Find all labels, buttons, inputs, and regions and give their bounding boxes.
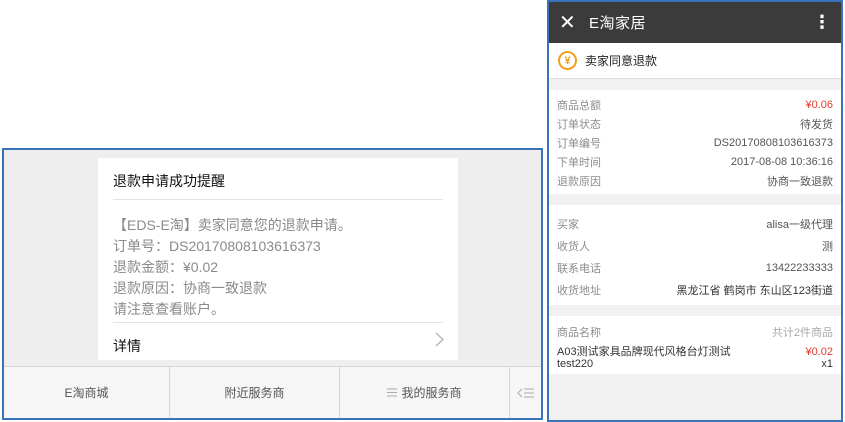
menu-item-nearby-providers[interactable]: 附近服务商 bbox=[170, 367, 340, 418]
detail-link[interactable]: 详情 bbox=[113, 336, 141, 356]
menu-item-my-providers[interactable]: 我的服务商 bbox=[340, 367, 510, 418]
order-detail-panel: ✕ E淘家居 ⋮ ¥ 卖家同意退款 商品总额 ¥0.06 订单状态 待发货 订单… bbox=[547, 0, 843, 422]
wechat-chat-panel: 退款申请成功提醒 【EDS-E淘】卖家同意您的退款申请。 订单号：DS20170… bbox=[2, 148, 543, 420]
buyer-row-address: 收货地址 黑龙江省 鹤岗市 东山区123街道 bbox=[557, 279, 833, 301]
goods-item-sku: test220 bbox=[557, 358, 594, 370]
row-label: 商品总额 bbox=[557, 99, 601, 112]
order-summary-section: 商品总额 ¥0.06 订单状态 待发货 订单编号 DS2017080810361… bbox=[549, 90, 841, 194]
row-value: ¥0.06 bbox=[805, 98, 833, 111]
order-status-banner: ¥ 卖家同意退款 bbox=[549, 43, 841, 79]
row-label: 收货地址 bbox=[557, 285, 601, 297]
row-label: 买家 bbox=[557, 219, 579, 231]
menu-label: 附近服务商 bbox=[224, 386, 285, 400]
status-text: 卖家同意退款 bbox=[585, 54, 658, 68]
card-line: 订单号：DS20170808103616373 bbox=[113, 238, 321, 254]
row-value: 协商一致退款 bbox=[767, 175, 833, 188]
row-label: 下单时间 bbox=[557, 156, 601, 169]
menu-item-etao-mall[interactable]: E淘商城 bbox=[4, 367, 170, 418]
buyer-row-buyer: 买家 alisa一级代理 bbox=[557, 213, 833, 235]
card-line: 【EDS-E淘】卖家同意您的退款申请。 bbox=[113, 217, 352, 233]
goods-item-right: ¥0.02 x1 bbox=[805, 346, 833, 370]
goods-section: 商品名称 共计2件商品 A03测试家具品牌现代风格台灯测试 test220 ¥0… bbox=[549, 316, 841, 374]
card-title: 退款申请成功提醒 bbox=[113, 173, 225, 189]
menu-label: 我的服务商 bbox=[401, 386, 462, 400]
wechat-menu-bar: E淘商城 附近服务商 我的服务商 bbox=[4, 366, 541, 418]
yen-refund-icon: ¥ bbox=[558, 51, 577, 70]
row-value: alisa一级代理 bbox=[766, 219, 833, 231]
row-value: DS20170808103616373 bbox=[713, 136, 833, 149]
divider bbox=[113, 322, 443, 323]
goods-header-label: 商品名称 bbox=[557, 327, 601, 339]
row-label: 联系电话 bbox=[557, 263, 601, 275]
goods-item-left: A03测试家具品牌现代风格台灯测试 test220 bbox=[557, 346, 731, 370]
card-line: 请注意查看账户。 bbox=[113, 301, 225, 317]
goods-header: 商品名称 共计2件商品 bbox=[557, 321, 833, 343]
buyer-row-receiver: 收货人 测 bbox=[557, 235, 833, 257]
row-value: 测 bbox=[822, 241, 833, 253]
row-label: 退款原因 bbox=[557, 175, 601, 188]
app-title: E淘家居 bbox=[589, 15, 647, 32]
row-label: 订单状态 bbox=[557, 118, 601, 131]
refund-notice-card[interactable]: 退款申请成功提醒 【EDS-E淘】卖家同意您的退款申请。 订单号：DS20170… bbox=[98, 158, 458, 360]
row-value: 待发货 bbox=[800, 118, 833, 131]
row-label: 订单编号 bbox=[557, 137, 601, 150]
goods-item-name: A03测试家具品牌现代风格台灯测试 bbox=[557, 346, 731, 358]
goods-count: 共计2件商品 bbox=[771, 327, 833, 339]
goods-item[interactable]: A03测试家具品牌现代风格台灯测试 test220 ¥0.02 x1 bbox=[557, 343, 833, 370]
divider bbox=[113, 199, 443, 200]
buyer-info-section: 买家 alisa一级代理 收货人 测 联系电话 13422233333 收货地址… bbox=[549, 205, 841, 305]
row-value: 13422233333 bbox=[765, 262, 833, 274]
summary-row-order-no: 订单编号 DS20170808103616373 bbox=[557, 133, 833, 152]
row-value: 2017-08-08 10:36:16 bbox=[730, 155, 833, 168]
keyboard-toggle-icon[interactable] bbox=[510, 367, 541, 418]
goods-item-price: ¥0.02 bbox=[805, 346, 833, 358]
row-label: 收货人 bbox=[557, 241, 590, 253]
row-value: 黑龙江省 鹤岗市 东山区123街道 bbox=[676, 285, 833, 297]
summary-row-total: 商品总额 ¥0.06 bbox=[557, 95, 833, 114]
more-vertical-icon[interactable]: ⋮ bbox=[813, 12, 831, 33]
menu-label: E淘商城 bbox=[64, 386, 109, 400]
close-icon[interactable]: ✕ bbox=[559, 10, 589, 35]
buyer-row-phone: 联系电话 13422233333 bbox=[557, 257, 833, 279]
card-line: 退款金额：¥0.02 bbox=[113, 259, 219, 275]
summary-row-status: 订单状态 待发货 bbox=[557, 114, 833, 133]
summary-row-order-time: 下单时间 2017-08-08 10:36:16 bbox=[557, 152, 833, 171]
app-bar: ✕ E淘家居 ⋮ bbox=[549, 2, 841, 43]
goods-item-qty: x1 bbox=[821, 358, 833, 370]
summary-row-refund-reason: 退款原因 协商一致退款 bbox=[557, 171, 833, 190]
menu-list-icon bbox=[387, 386, 398, 400]
card-body: 【EDS-E淘】卖家同意您的退款申请。 订单号：DS20170808103616… bbox=[113, 215, 352, 320]
chevron-right-icon[interactable] bbox=[435, 332, 444, 352]
card-line: 退款原因：协商一致退款 bbox=[113, 280, 267, 296]
